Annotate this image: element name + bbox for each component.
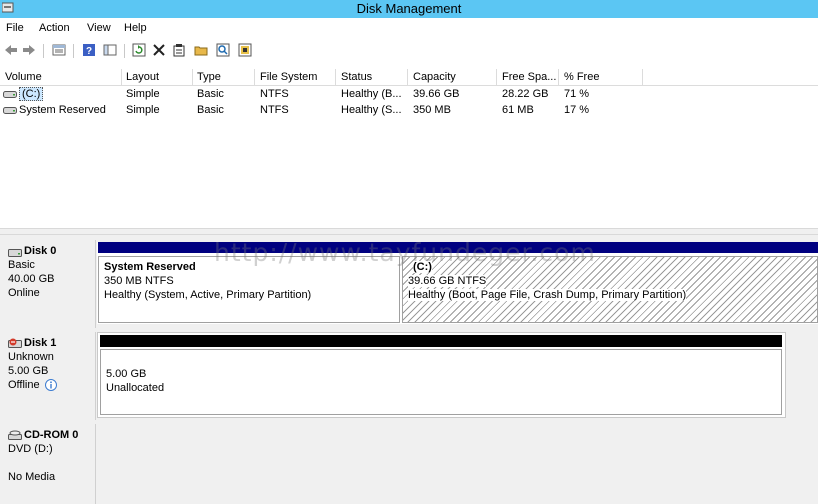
status-cell: Healthy (B... — [341, 88, 402, 100]
partition-size: 39.66 GB NTFS — [408, 275, 487, 287]
percent-free-cell: 71 % — [564, 88, 590, 100]
column-header-capacity[interactable]: Capacity — [413, 71, 456, 83]
svg-text:?: ? — [86, 46, 92, 57]
volume-name: (C:) — [19, 87, 44, 101]
volume-row-system-reserved[interactable]: System Reserved Simple Basic NTFS Health… — [0, 103, 818, 119]
disk-1-label[interactable]: Disk 1 Unknown 5.00 GB Offline — [0, 332, 96, 420]
disk-0-label[interactable]: Disk 0 Basic 40.00 GB Online — [0, 240, 96, 328]
column-separator[interactable] — [121, 69, 122, 85]
properties-view-icon[interactable] — [52, 43, 66, 57]
disk-type: Unknown — [8, 351, 54, 363]
column-separator[interactable] — [407, 69, 408, 85]
column-header-type[interactable]: Type — [197, 71, 221, 83]
disk-type: Basic — [8, 259, 35, 271]
disk-name: Disk 1 — [24, 337, 57, 349]
disk-state: Online — [8, 287, 40, 299]
offline-disk-icon — [8, 338, 22, 348]
column-header-file-system[interactable]: File System — [260, 71, 317, 83]
toolbar-separator — [73, 44, 74, 58]
help-icon[interactable]: ? — [82, 43, 96, 57]
layout-cell: Simple — [126, 104, 160, 116]
disk-name: Disk 0 — [24, 245, 57, 257]
partition-size: 350 MB NTFS — [104, 275, 174, 287]
properties-icon[interactable] — [172, 43, 186, 57]
refresh-icon[interactable] — [132, 43, 146, 57]
column-separator[interactable] — [335, 69, 336, 85]
back-icon[interactable] — [4, 43, 18, 57]
type-cell: Basic — [197, 104, 224, 116]
percent-free-cell: 17 % — [564, 104, 590, 116]
volume-row-c[interactable]: (C:) Simple Basic NTFS Healthy (B... 39.… — [0, 87, 818, 103]
partition-size: 5.00 GB — [106, 368, 147, 380]
console-view-icon[interactable] — [103, 43, 117, 57]
disk-name: CD-ROM 0 — [24, 429, 79, 441]
column-separator[interactable] — [192, 69, 193, 85]
column-separator[interactable] — [254, 69, 255, 85]
capacity-cell: 350 MB — [413, 104, 451, 116]
free-space-cell: 61 MB — [502, 104, 534, 116]
file-system-cell: NTFS — [260, 88, 289, 100]
column-separator[interactable] — [558, 69, 559, 85]
disk-size: 40.00 GB — [8, 273, 55, 285]
column-separator[interactable] — [496, 69, 497, 85]
cdrom-0-label[interactable]: CD-ROM 0 DVD (D:) No Media — [0, 424, 96, 504]
menu-action[interactable]: Action — [39, 22, 70, 34]
window-title: Disk Management — [356, 1, 462, 16]
disk-state: Offline — [8, 379, 40, 391]
capacity-cell: 39.66 GB — [413, 88, 460, 100]
free-space-cell: 28.22 GB — [502, 88, 549, 100]
toolbar-separator — [124, 44, 125, 58]
drive-icon — [3, 91, 17, 98]
watermark: http://www.tayfundeger.com — [214, 238, 596, 267]
column-header-free-space[interactable]: Free Spa... — [502, 71, 556, 83]
disk-state: No Media — [8, 471, 56, 483]
info-icon[interactable] — [45, 379, 57, 391]
column-header-percent-free[interactable]: % Free — [564, 71, 599, 83]
partition-status: Healthy (System, Active, Primary Partiti… — [104, 289, 312, 301]
forward-icon[interactable] — [22, 43, 36, 57]
menu-view[interactable]: View — [87, 22, 111, 34]
disk-size: 5.00 GB — [8, 365, 49, 377]
partition-status: Healthy (Boot, Page File, Crash Dump, Pr… — [408, 289, 687, 301]
column-header-volume[interactable]: Volume — [5, 71, 42, 83]
column-header-layout[interactable]: Layout — [126, 71, 159, 83]
toolbar-separator — [43, 44, 44, 58]
cdrom-icon — [8, 430, 22, 440]
menu-bar: File Action View Help — [0, 18, 818, 38]
type-cell: Basic — [197, 88, 224, 100]
rescan-icon[interactable] — [238, 43, 252, 57]
unallocated-space[interactable]: 5.00 GB Unallocated — [100, 349, 782, 415]
title-bar: Disk Management — [0, 0, 818, 18]
partition-title: System Reserved — [104, 261, 196, 273]
toolbar: ? — [0, 38, 818, 64]
open-icon[interactable] — [194, 43, 208, 57]
disk-type: DVD (D:) — [8, 443, 53, 455]
volume-list-header: Volume Layout Type File System Status Ca… — [0, 69, 818, 86]
drive-icon — [3, 107, 17, 114]
delete-icon[interactable] — [152, 43, 166, 57]
status-cell: Healthy (S... — [341, 104, 402, 116]
disk-icon — [8, 249, 22, 257]
menu-help[interactable]: Help — [124, 22, 147, 34]
partition-status: Unallocated — [106, 382, 165, 394]
search-icon[interactable] — [216, 43, 230, 57]
column-separator[interactable] — [642, 69, 643, 85]
volume-list: Volume Layout Type File System Status Ca… — [0, 69, 818, 229]
volume-name: System Reserved — [19, 104, 106, 116]
disk-1-partition-area: 5.00 GB Unallocated — [97, 332, 786, 418]
file-system-cell: NTFS — [260, 104, 289, 116]
layout-cell: Simple — [126, 88, 160, 100]
menu-file[interactable]: File — [6, 22, 24, 34]
pane-splitter[interactable] — [0, 228, 818, 235]
disk-graphical-view: Disk 0 Basic 40.00 GB Online System Rese… — [0, 235, 818, 504]
unallocated-bar — [100, 335, 782, 347]
column-header-status[interactable]: Status — [341, 71, 372, 83]
